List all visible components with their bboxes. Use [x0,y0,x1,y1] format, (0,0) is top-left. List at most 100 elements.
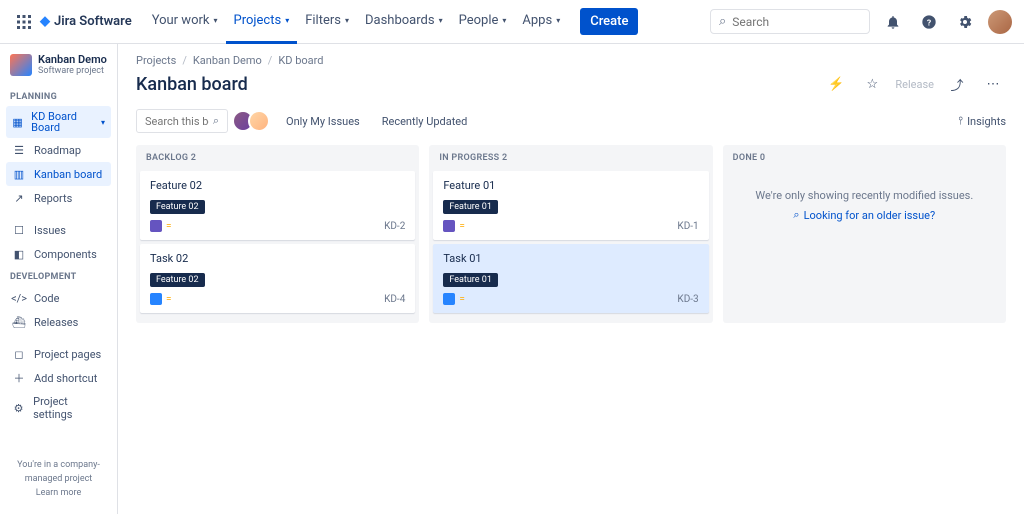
page-actions: ⚡ ☆ Release ⤴ ⋯ [823,71,1006,97]
nav-item-projects[interactable]: Projects▾ [226,0,298,44]
automation-icon[interactable]: ⚡ [823,71,849,97]
nav-item-dashboards[interactable]: Dashboards▾ [357,0,451,44]
sidebar-item-reports[interactable]: ↗Reports [6,186,111,210]
column-header: DONE 0 [723,145,1006,171]
share-icon[interactable]: ⤴ [944,71,970,97]
breadcrumb: Projects/Kanban Demo/KD board [136,54,1006,67]
jira-logo[interactable]: ◆ Jira Software [40,14,132,29]
board-column: IN PROGRESS 2 Feature 01 Feature 01 = KD-1 Ta… [429,145,712,323]
assignee-avatars [238,110,270,132]
card-title: Task 01 [443,252,698,265]
top-nav-right: ⌕ ? [710,9,1012,35]
board-toolbar: ⌕ Only My Issues Recently Updated ⫯ Insi… [136,109,1006,133]
release-button[interactable]: Release [895,78,934,91]
nav-item-people[interactable]: People▾ [451,0,515,44]
sidebar-item-code[interactable]: </>Code [6,286,111,310]
svg-text:?: ? [927,18,931,28]
issues-icon: ☐ [12,223,26,237]
top-nav: ◆ Jira Software Your work▾Projects▾Filte… [0,0,1024,44]
avatar-2[interactable] [248,110,270,132]
column-header: IN PROGRESS 2 [429,145,712,171]
sidebar-item-kanban[interactable]: ▥Kanban board [6,162,111,186]
crumb[interactable]: KD board [278,54,323,67]
insights-icon: ⫯ [958,114,963,128]
empty-column: We're only showing recently modified iss… [723,171,1006,240]
kanban-icon: ▥ [12,167,26,181]
chevron-down-icon: ▾ [214,16,218,25]
product-name: Jira Software [54,14,132,29]
sidebar-item-components[interactable]: ◧Components [6,242,111,266]
global-search-input[interactable] [732,15,852,29]
code-icon: </> [12,291,26,305]
help-icon[interactable]: ? [916,9,942,35]
chevron-down-icon: ▾ [502,16,506,25]
priority-icon: = [459,221,465,232]
board-icon: ▦ [12,115,23,129]
card-title: Feature 01 [443,179,698,192]
sidebar-item-issues[interactable]: ☐Issues [6,218,111,242]
app-switcher-icon[interactable] [12,10,36,34]
story-type-icon [443,220,455,232]
issue-card[interactable]: Task 01Feature 01=KD-3 [433,244,708,313]
story-type-icon [150,220,162,232]
nav-item-apps[interactable]: Apps▾ [514,0,568,44]
pages-icon: ◻ [12,347,26,361]
sidebar-footer: You're in a company-managed project Lear… [6,454,111,504]
learn-more-link[interactable]: Learn more [36,488,82,498]
epic-badge: Feature 01 [443,273,498,287]
sidebar-item-project-settings[interactable]: ⚙Project settings [6,390,111,426]
column-header: BACKLOG 2 [136,145,419,171]
board-search[interactable]: ⌕ [136,109,228,133]
global-search[interactable]: ⌕ [710,9,870,34]
settings-icon[interactable] [952,9,978,35]
chevron-down-icon: ▾ [439,16,443,25]
sidebar-item-add-shortcut[interactable]: ＋Add shortcut [6,366,111,390]
issue-key: KD-1 [677,221,698,232]
project-header[interactable]: Kanban Demo Software project [6,54,111,76]
card-title: Feature 02 [150,179,405,192]
reports-icon: ↗ [12,191,26,205]
components-icon: ◧ [12,247,26,261]
task-type-icon [150,293,162,305]
board-search-input[interactable] [145,115,209,128]
sidebar-item-project-pages[interactable]: ◻Project pages [6,342,111,366]
issue-card[interactable]: Feature 02Feature 02=KD-2 [140,171,415,240]
issue-card[interactable]: Feature 01 Feature 01 = KD-1 [433,171,708,240]
board-column: DONE 0We're only showing recently modifi… [723,145,1006,323]
priority-icon: = [166,221,172,232]
sidebar-item-releases[interactable]: ⛴Releases [6,310,111,334]
sidebar-item-roadmap[interactable]: ☰Roadmap [6,138,111,162]
sidebar-item-kd-board[interactable]: ▦KD Board Board ▾ [6,106,111,138]
issue-card[interactable]: Task 02Feature 02=KD-4 [140,244,415,313]
older-issue-link[interactable]: ⌕ Looking for an older issue? [793,208,935,222]
insights-button[interactable]: ⫯ Insights [958,114,1006,128]
board-column: BACKLOG 2Feature 02Feature 02=KD-2Task 0… [136,145,419,323]
project-name: Kanban Demo [38,54,107,66]
recently-updated[interactable]: Recently Updated [376,111,474,132]
jira-logo-icon: ◆ [40,14,50,29]
gear-icon: ⚙ [12,401,25,415]
chevron-down-icon: ▾ [101,118,105,127]
issue-key: KD-2 [384,221,405,232]
create-button[interactable]: Create [580,8,638,35]
crumb[interactable]: Projects [136,54,176,67]
search-icon: ⌕ [213,114,219,128]
epic-badge: Feature 01 [443,200,498,214]
only-my-issues[interactable]: Only My Issues [280,111,366,132]
priority-icon: = [459,294,465,305]
main: Projects/Kanban Demo/KD board Kanban boa… [118,44,1024,514]
search-icon: ⌕ [793,208,799,222]
nav-item-your-work[interactable]: Your work▾ [144,0,226,44]
chevron-down-icon: ▾ [345,16,349,25]
profile-avatar[interactable] [988,10,1012,34]
sidebar: Kanban Demo Software project PLANNING ▦K… [0,44,118,514]
more-icon[interactable]: ⋯ [980,71,1006,97]
nav-item-filters[interactable]: Filters▾ [297,0,357,44]
releases-icon: ⛴ [12,315,26,329]
chevron-down-icon: ▾ [556,16,560,25]
board-columns: BACKLOG 2Feature 02Feature 02=KD-2Task 0… [136,145,1006,323]
crumb[interactable]: Kanban Demo [193,54,262,67]
notifications-icon[interactable] [880,9,906,35]
star-icon[interactable]: ☆ [859,71,885,97]
project-icon [10,54,32,76]
